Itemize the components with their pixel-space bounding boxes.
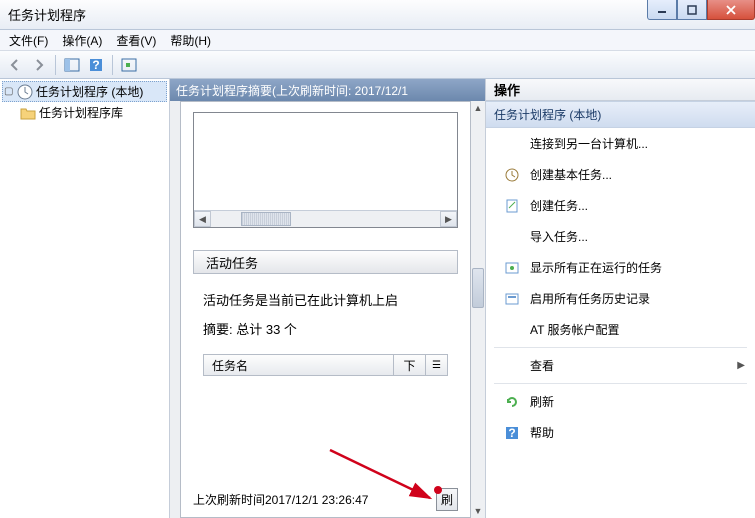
folder-icon [20,105,36,121]
blank-icon [504,358,520,374]
col-more-icon[interactable]: ☰ [426,354,448,376]
chevron-right-icon: ▶ [737,360,745,371]
action-label: 创建任务... [530,197,588,214]
help-icon: ? [504,425,520,441]
refresh-button[interactable]: 刷 [436,488,458,511]
center-header: 任务计划程序摘要(上次刷新时间: 2017/12/1 [170,79,485,101]
svg-text:?: ? [92,58,99,72]
toolbar-separator [112,55,113,75]
scroll-down-icon[interactable]: ▼ [471,504,485,518]
toolbar-separator [55,55,56,75]
scheduler-icon [17,84,33,100]
window-titlebar: 任务计划程序 [0,0,755,30]
action-create[interactable]: 创建任务... [486,190,755,221]
action-import[interactable]: 导入任务... [486,221,755,252]
window-controls [647,0,755,20]
action-label: 启用所有任务历史记录 [530,290,650,307]
action-label: 帮助 [530,424,554,441]
scroll-thumb[interactable] [472,268,484,308]
actions-header: 操作 [486,79,755,101]
separator [494,347,747,348]
action-label: 查看 [530,357,554,374]
create-icon [504,198,520,214]
tree-root-label: 任务计划程序 (本地) [36,83,143,100]
scroll-thumb[interactable] [241,212,291,226]
action-label: 创建基本任务... [530,166,612,183]
tree-library[interactable]: 任务计划程序库 [2,102,167,123]
center-body: ◀ ▶ 活动任务 活动任务是当前已在此计算机上启 摘要: 总计 33 个 任务名… [180,101,471,518]
scroll-right-icon[interactable]: ▶ [440,211,457,227]
scroll-up-icon[interactable]: ▲ [471,101,485,115]
toolbar: ? [0,51,755,79]
action-label: 连接到另一台计算机... [530,135,648,152]
refresh-icon [504,394,520,410]
task-table: 任务名 下 ☰ [203,354,448,376]
history-icon [504,291,520,307]
properties-icon[interactable] [118,54,140,76]
minimize-button[interactable] [647,0,677,20]
blank-icon [504,322,520,338]
wizard-icon [504,167,520,183]
center-pane: 任务计划程序摘要(上次刷新时间: 2017/12/1 ▲ ▼ ◀ ▶ 活动任务 … [170,79,485,518]
actions-pane: 操作 任务计划程序 (本地) 连接到另一台计算机... 创建基本任务... 创建… [485,79,755,518]
actions-section-title: 任务计划程序 (本地) [486,101,755,128]
blank-icon [504,229,520,245]
maximize-button[interactable] [677,0,707,20]
running-icon [504,260,520,276]
close-button[interactable] [707,0,755,20]
action-label: AT 服务帐户配置 [530,321,620,338]
action-label: 刷新 [530,393,554,410]
action-create-basic[interactable]: 创建基本任务... [486,159,755,190]
action-refresh[interactable]: 刷新 [486,386,755,417]
scroll-track[interactable] [211,211,440,227]
action-label: 显示所有正在运行的任务 [530,259,662,276]
action-connect[interactable]: 连接到另一台计算机... [486,128,755,159]
action-help[interactable]: ? 帮助 [486,417,755,448]
tree-pane: ▢ 任务计划程序 (本地) 任务计划程序库 [0,79,170,518]
task-table-header: 任务名 下 ☰ [203,354,448,376]
action-view[interactable]: 查看 ▶ [486,350,755,381]
action-show-running[interactable]: 显示所有正在运行的任务 [486,252,755,283]
tree-library-label: 任务计划程序库 [39,104,123,121]
menu-help[interactable]: 帮助(H) [163,30,218,51]
action-enable-history[interactable]: 启用所有任务历史记录 [486,283,755,314]
active-tasks-desc: 活动任务是当前已在此计算机上启 [193,284,458,319]
window-title: 任务计划程序 [8,5,86,24]
menu-file[interactable]: 文件(F) [2,30,55,51]
menu-action[interactable]: 操作(A) [55,30,109,51]
col-next-run[interactable]: 下 [394,354,426,376]
menu-bar: 文件(F) 操作(A) 查看(V) 帮助(H) [0,30,755,51]
show-tree-icon[interactable] [61,54,83,76]
menu-view[interactable]: 查看(V) [109,30,163,51]
back-icon[interactable] [4,54,26,76]
active-tasks-header[interactable]: 活动任务 [193,250,458,274]
action-label: 导入任务... [530,228,588,245]
forward-icon[interactable] [28,54,50,76]
tree-root[interactable]: ▢ 任务计划程序 (本地) [2,81,167,102]
col-task-name[interactable]: 任务名 [203,354,394,376]
status-frame: ◀ ▶ [193,112,458,228]
separator [494,383,747,384]
center-footer: 上次刷新时间2017/12/1 23:26:47 刷 [193,488,458,511]
main-area: ▢ 任务计划程序 (本地) 任务计划程序库 任务计划程序摘要(上次刷新时间: 2… [0,79,755,518]
center-scrollbar[interactable]: ▲ ▼ [471,101,485,518]
active-tasks-summary: 摘要: 总计 33 个 [193,319,458,354]
blank-icon [504,136,520,152]
status-hscroll[interactable]: ◀ ▶ [194,210,457,227]
svg-text:?: ? [508,426,515,440]
action-at-account[interactable]: AT 服务帐户配置 [486,314,755,345]
last-refresh-time: 上次刷新时间2017/12/1 23:26:47 [193,491,368,508]
center-inner: ◀ ▶ 活动任务 活动任务是当前已在此计算机上启 摘要: 总计 33 个 任务名… [181,102,470,517]
help-icon[interactable]: ? [85,54,107,76]
scroll-left-icon[interactable]: ◀ [194,211,211,227]
tree-expander-icon[interactable]: ▢ [4,86,14,97]
actions-body: 任务计划程序 (本地) 连接到另一台计算机... 创建基本任务... 创建任务.… [486,101,755,448]
